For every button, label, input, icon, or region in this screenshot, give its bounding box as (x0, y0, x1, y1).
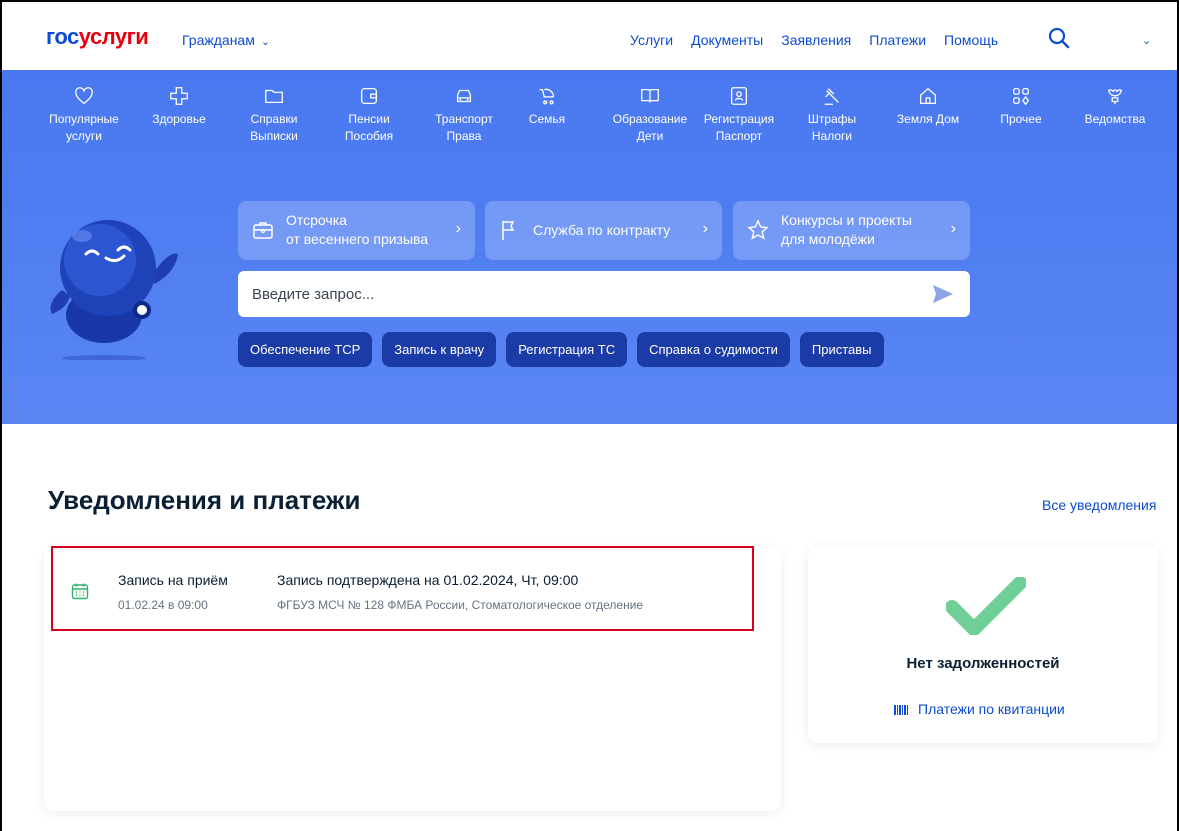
top-bar: госуслуги Гражданам ⌄ Услуги Документы За… (2, 2, 1177, 70)
emblem-icon (1107, 89, 1123, 105)
chevron-right-icon: › (455, 220, 461, 237)
quick-link-contract-service[interactable]: Служба по контракту › (485, 201, 722, 260)
category-fines[interactable]: Штрафы Налоги (777, 85, 887, 145)
quick-link-deferment[interactable]: Отсрочка от весеннего призыва › (238, 201, 475, 260)
stroller-icon (539, 88, 555, 105)
nav-help[interactable]: Помощь (944, 32, 998, 48)
hero-section: Популярные услуги Здоровье Справки Выписки… (2, 70, 1177, 424)
notification-title: Запись на приём (118, 572, 228, 588)
main-nav: Услуги Документы Заявления Платежи Помощ… (630, 32, 998, 48)
citizens-label: Гражданам (182, 32, 255, 48)
receipt-payments-link[interactable]: Платежи по квитанции (894, 701, 1065, 717)
all-notifications-link[interactable]: Все уведомления (1042, 497, 1156, 513)
car-icon (456, 89, 472, 103)
send-icon[interactable] (932, 284, 954, 304)
notifications-title: Уведомления и платежи (48, 485, 361, 515)
heart-icon (75, 87, 93, 105)
no-debts-status: Нет задолженностей (906, 655, 1060, 672)
gavel-icon (824, 88, 839, 105)
gosuslugi-logo[interactable]: госуслуги (46, 24, 149, 50)
chip-vehicle-registration[interactable]: Регистрация ТС (506, 332, 628, 367)
nav-applications[interactable]: Заявления (781, 32, 851, 48)
chip-bailiffs[interactable]: Приставы (799, 332, 884, 367)
id-card-icon (731, 87, 747, 105)
notification-date: 01.02.24 в 09:00 (118, 598, 208, 612)
book-icon (641, 88, 659, 103)
flag-icon (502, 221, 515, 240)
grid-icon (1013, 88, 1030, 106)
search-icon[interactable] (1048, 27, 1070, 49)
wallet-icon (361, 88, 377, 104)
search-box (238, 271, 970, 317)
briefcase-icon (253, 222, 273, 239)
chip-tsr[interactable]: Обеспечение ТСР (238, 332, 373, 367)
calendar-icon (71, 583, 89, 600)
medical-cross-icon (170, 87, 188, 105)
search-input[interactable] (252, 271, 912, 317)
nav-services[interactable]: Услуги (630, 32, 673, 48)
notification-item[interactable]: Запись на приём 01.02.24 в 09:00 Запись … (51, 546, 754, 631)
robot-mascot-illustration (50, 220, 178, 360)
popular-requests: Обеспечение ТСР Запись к врачу Регистрац… (238, 332, 884, 367)
category-certificates[interactable]: Справки Выписки (219, 85, 329, 145)
checkmark-icon (946, 577, 1026, 635)
nav-payments[interactable]: Платежи (869, 32, 926, 48)
profile-chevron-down-icon[interactable]: ⌄ (1142, 34, 1151, 47)
notification-message: Запись подтверждена на 01.02.2024, Чт, 0… (277, 572, 579, 588)
chevron-right-icon: › (950, 220, 956, 237)
chip-criminal-record[interactable]: Справка о судимости (637, 332, 790, 367)
category-agencies[interactable]: Ведомства (1060, 85, 1170, 128)
house-icon (920, 87, 936, 104)
category-bar: Популярные услуги Здоровье Справки Выписки… (2, 85, 1177, 165)
nav-documents[interactable]: Документы (691, 32, 763, 48)
chip-doctor[interactable]: Запись к врачу (382, 332, 497, 367)
category-pensions[interactable]: Пенсии Пособия (314, 85, 424, 145)
debts-card: Нет задолженностей Платежи по квитанции (808, 547, 1158, 743)
notification-organization: ФГБУЗ МСЧ № 128 ФМБА России, Стоматологи… (277, 598, 644, 612)
category-popular[interactable]: Популярные услуги (29, 85, 139, 145)
citizens-dropdown[interactable]: Гражданам ⌄ (182, 32, 270, 48)
barcode-icon (894, 705, 908, 715)
quick-link-youth-contests[interactable]: Конкурсы и проекты для молодёжи › (733, 201, 970, 260)
chevron-right-icon: › (702, 220, 708, 237)
folder-icon (265, 89, 283, 104)
chevron-down-icon: ⌄ (260, 36, 271, 48)
category-family[interactable]: Семья (492, 85, 602, 128)
category-health[interactable]: Здоровье (124, 85, 234, 128)
page-frame: госуслуги Гражданам ⌄ Услуги Документы За… (0, 0, 1179, 831)
star-icon (747, 219, 769, 240)
